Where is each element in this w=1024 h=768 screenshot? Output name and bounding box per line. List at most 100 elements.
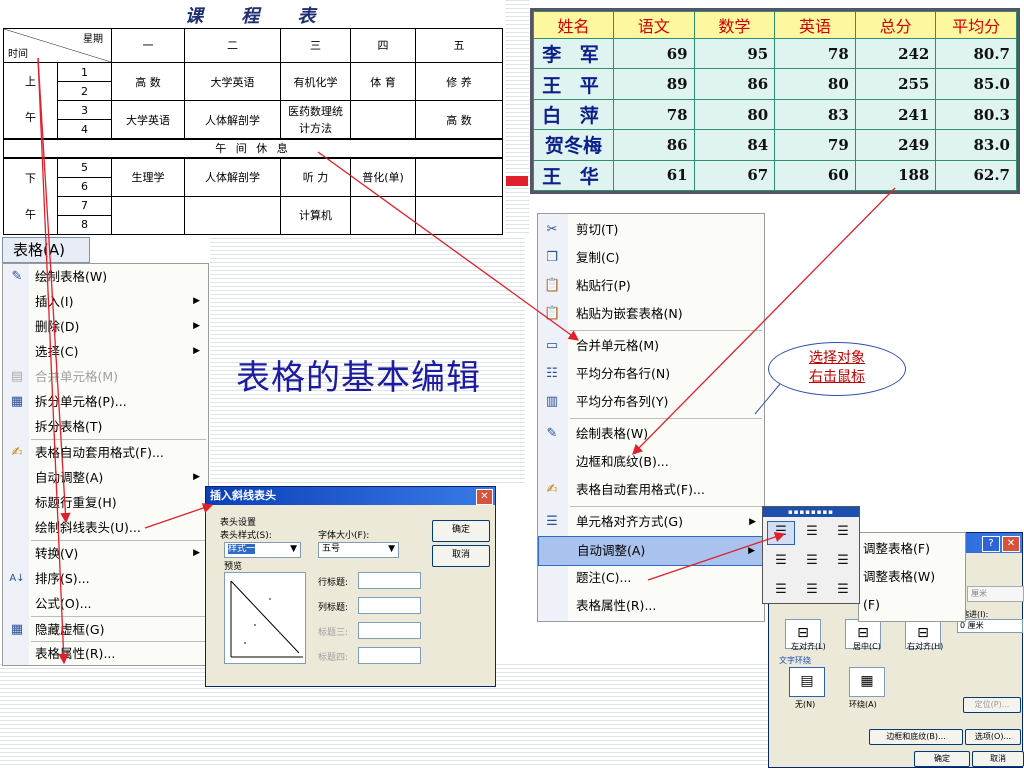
menu-item-cut[interactable]: ✂ 剪切(T) — [538, 216, 764, 244]
title4-input[interactable] — [358, 647, 421, 664]
menu-item-draw-table[interactable]: ✎ 绘制表格(W) — [538, 420, 764, 448]
position-button[interactable]: 定位(P)... — [963, 697, 1021, 713]
score-cell[interactable]: 79 — [774, 129, 856, 161]
align-bottom-center-icon[interactable]: ☰ — [798, 579, 826, 603]
close-icon[interactable]: ✕ — [476, 489, 493, 505]
menu-item-draw-diagonal-header[interactable]: 绘制斜线表头(U)... — [3, 515, 208, 540]
class-cell[interactable]: 修 养 — [415, 61, 503, 102]
align-middle-right-icon[interactable]: ☰ — [829, 550, 857, 574]
day-header[interactable]: 三 — [280, 28, 351, 63]
ok-button[interactable]: 确定 — [914, 751, 970, 767]
col-title-input[interactable] — [358, 597, 421, 614]
class-cell[interactable]: 大学英语 — [184, 61, 281, 102]
score-cell[interactable]: 89 — [613, 68, 695, 100]
score-cell[interactable]: 78 — [774, 38, 856, 70]
break-row[interactable]: 午 间 休 息 — [3, 137, 503, 160]
score-cell[interactable]: 255 — [854, 68, 937, 100]
help-icon[interactable]: ? — [982, 536, 1000, 552]
menu-item-distribute-rows[interactable]: ☷ 平均分布各行(N) — [538, 360, 764, 388]
class-cell[interactable] — [415, 195, 503, 236]
period-number[interactable]: 4 — [57, 119, 112, 140]
student-name-cell[interactable]: 白 萍 — [533, 98, 614, 131]
class-cell[interactable] — [184, 195, 281, 236]
menu-item-autoformat[interactable]: ✍ 表格自动套用格式(F)... — [3, 440, 208, 465]
class-cell[interactable]: 高 数 — [415, 100, 503, 140]
period-number[interactable]: 3 — [57, 100, 112, 121]
score-cell[interactable]: 241 — [854, 98, 937, 131]
wrap-around-icon[interactable]: ▦ — [849, 667, 885, 697]
class-cell[interactable] — [350, 100, 416, 140]
score-cell[interactable]: 86 — [693, 68, 776, 100]
menu-item-split-table[interactable]: 拆分表格(T) — [3, 414, 208, 439]
menu-item-split-cells[interactable]: ▦ 拆分单元格(P)... — [3, 389, 208, 414]
period-number[interactable]: 7 — [57, 195, 112, 216]
wrap-none-icon[interactable]: ▤ — [789, 667, 825, 697]
row-title-input[interactable] — [358, 572, 421, 589]
student-name-cell[interactable]: 王 平 — [533, 68, 614, 100]
palette-grip[interactable]: ▪▪▪▪▪▪▪▪ — [763, 507, 859, 517]
student-name-cell[interactable]: 贺冬梅 — [533, 129, 614, 161]
class-cell[interactable] — [415, 157, 503, 197]
score-header-cell[interactable]: 数学 — [693, 10, 776, 40]
period-number[interactable]: 2 — [57, 81, 112, 102]
period-number[interactable]: 1 — [57, 61, 112, 83]
day-header[interactable]: 二 — [184, 28, 281, 63]
score-header-cell[interactable]: 姓名 — [533, 10, 614, 40]
day-header[interactable]: 四 — [350, 28, 416, 63]
period-number[interactable]: 8 — [57, 214, 112, 236]
menu-item-hide-gridlines[interactable]: ▦ 隐藏虚框(G) — [3, 617, 208, 642]
indent-input[interactable]: 0 厘米 — [957, 619, 1023, 633]
cancel-button[interactable]: 取消 — [432, 545, 490, 567]
menu-item-select[interactable]: 选择(C) ▶ — [3, 339, 208, 364]
score-cell[interactable]: 62.7 — [935, 159, 1017, 192]
menu-item-autofit[interactable]: 自动调整(A) ▶ — [3, 465, 208, 490]
score-cell[interactable]: 83.0 — [935, 129, 1017, 161]
class-cell[interactable]: 高 数 — [111, 61, 185, 102]
class-cell[interactable]: 人体解剖学 — [184, 100, 281, 140]
class-cell[interactable]: 有机化学 — [280, 61, 351, 102]
cancel-button[interactable]: 取消 — [972, 751, 1024, 767]
menu-item-table-properties[interactable]: 表格属性(R)... — [3, 641, 208, 666]
table-menu-title[interactable]: 表格(A) — [2, 237, 90, 263]
score-header-cell[interactable]: 语文 — [613, 10, 695, 40]
close-icon[interactable]: ✕ — [1002, 536, 1020, 552]
menu-item-formula[interactable]: 公式(O)... — [3, 591, 208, 616]
menu-item-insert[interactable]: 插入(I) ▶ — [3, 289, 208, 314]
menu-item-heading-repeat[interactable]: 标题行重复(H) — [3, 490, 208, 515]
title3-input[interactable] — [358, 622, 421, 639]
align-bottom-right-icon[interactable]: ☰ — [829, 579, 857, 603]
menu-item-sort[interactable]: A↓ 排序(S)... — [3, 566, 208, 591]
student-name-cell[interactable]: 李 军 — [533, 38, 614, 70]
class-cell[interactable]: 生理学 — [111, 157, 185, 197]
align-top-center-icon[interactable]: ☰ — [798, 521, 826, 545]
menu-item-merge-cells[interactable]: ▭ 合并单元格(M) — [538, 332, 764, 360]
score-cell[interactable]: 95 — [693, 38, 776, 70]
class-cell[interactable]: 医药数理统计方法 — [280, 100, 351, 140]
borders-shading-button[interactable]: 边框和底纹(B)... — [869, 729, 963, 745]
menu-item-merge-cells[interactable]: ▤ 合并单元格(M) — [3, 364, 208, 389]
menu-item-distribute-cols[interactable]: ▥ 平均分布各列(Y) — [538, 388, 764, 416]
score-cell[interactable]: 80 — [693, 98, 776, 131]
score-cell[interactable]: 188 — [854, 159, 937, 192]
score-cell[interactable]: 85.0 — [935, 68, 1017, 100]
menu-item-autofit-window[interactable]: 调整表格(W) — [859, 563, 965, 591]
align-top-right-icon[interactable]: ☰ — [829, 521, 857, 545]
day-header[interactable]: 五 — [415, 28, 503, 63]
align-middle-left-icon[interactable]: ☰ — [767, 550, 795, 574]
class-cell[interactable]: 听 力 — [280, 157, 351, 197]
score-cell[interactable]: 80.7 — [935, 38, 1017, 70]
options-button[interactable]: 选项(O)... — [965, 729, 1021, 745]
menu-item-table-properties[interactable]: 表格属性(R)... — [538, 592, 764, 620]
schedule-corner-cell[interactable]: 星期 时间 — [3, 28, 112, 63]
class-cell[interactable]: 普化(单) — [350, 157, 416, 197]
menu-item-convert[interactable]: 转换(V) ▶ — [3, 541, 208, 566]
score-cell[interactable]: 60 — [774, 159, 856, 192]
ok-button[interactable]: 确定 — [432, 520, 490, 542]
menu-item-paste-nested-table[interactable]: 📋 粘贴为嵌套表格(N) — [538, 300, 764, 328]
class-cell[interactable]: 大学英语 — [111, 100, 185, 140]
score-cell[interactable]: 84 — [693, 129, 776, 161]
score-cell[interactable]: 67 — [693, 159, 776, 192]
student-name-cell[interactable]: 王 华 — [533, 159, 614, 192]
font-size-select[interactable]: 五号 ▼ — [318, 542, 399, 558]
menu-item-autoformat[interactable]: ✍ 表格自动套用格式(F)... — [538, 476, 764, 504]
